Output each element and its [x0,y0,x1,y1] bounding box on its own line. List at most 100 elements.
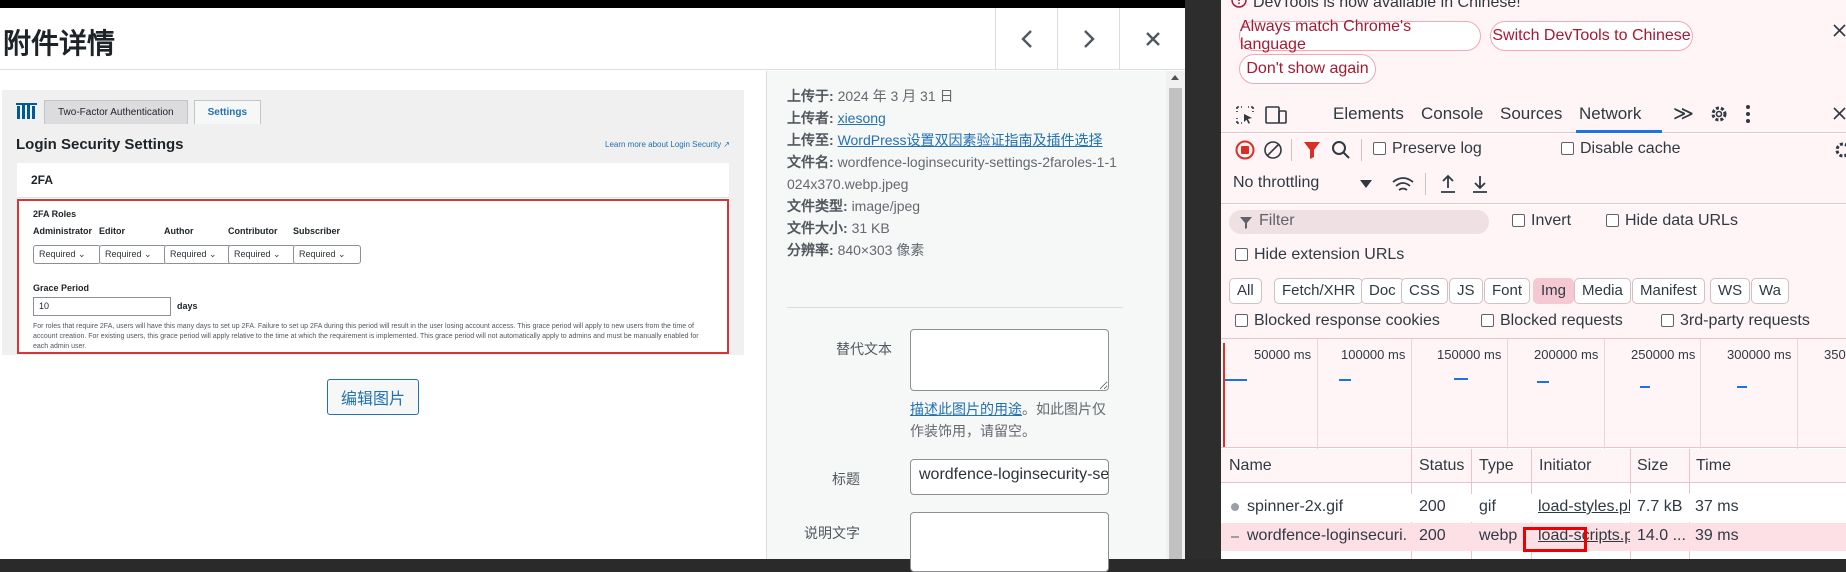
filter-chip-css[interactable]: CSS [1401,278,1448,304]
export-har-icon[interactable] [1471,174,1489,194]
preview-card-title: 2FA [31,173,54,187]
file-name-value: wordfence-loginsecurity-settings-2farole… [787,154,1117,192]
filter-chip-fetch-xhr[interactable]: Fetch/XHR [1274,278,1364,304]
edit-image-button[interactable]: 编辑图片 [327,379,419,415]
caption-input[interactable] [910,512,1109,572]
next-button[interactable] [1057,8,1119,70]
uploaded-on-label: 上传于: [787,88,834,104]
device-toolbar-icon[interactable] [1265,105,1287,125]
devtools-tabbar: Elements Console Sources Network ≫ [1221,95,1846,133]
column-time[interactable]: Time [1696,457,1731,475]
network-timeline[interactable]: 50000 ms 100000 ms 150000 ms 200000 ms 2… [1221,338,1846,449]
column-type[interactable]: Type [1479,457,1514,475]
settings-gear-icon[interactable] [1709,104,1729,124]
filter-chip-font[interactable]: Font [1484,278,1531,304]
column-initiator[interactable]: Initiator [1539,457,1591,475]
filter-chip-doc[interactable]: Doc [1361,278,1404,304]
filter-chip-wasm[interactable]: Wa [1751,278,1789,304]
devtools-panel: DevTools is now available in Chinese! Al… [1221,0,1846,559]
invert-label: Invert [1531,212,1572,229]
filter-chip-manifest[interactable]: Manifest [1632,278,1705,304]
network-conditions-icon[interactable] [1391,176,1415,194]
title-input[interactable]: wordfence-loginsecurity-se [910,459,1109,495]
alt-text-help-link[interactable]: 描述此图片的用途 [910,401,1022,417]
preview-tab-settings: Settings [193,100,262,124]
timeline-marker [1339,379,1351,381]
filter-icon [1240,217,1252,229]
details-scrollbar[interactable] [1166,71,1185,559]
filter-chip-js[interactable]: JS [1449,278,1483,304]
row-size: 14.0 ... [1637,527,1686,544]
row-size: 7.7 kB [1637,498,1683,515]
type-highlight-box [1523,527,1587,552]
filter-funnel-icon[interactable] [1303,140,1321,160]
scrollbar-thumb[interactable] [1169,88,1182,559]
attachment-media-view: Two-Factor Authentication Settings Login… [0,71,765,559]
info-icon [1231,0,1247,8]
row-type: webp [1479,527,1518,544]
alt-text-help: 描述此图片的用途。如此图片仅作装饰用，请留空。 [910,398,1115,442]
filter-chip-ws[interactable]: WS [1710,278,1751,304]
modal-header: 附件详情 [0,8,1185,70]
timeline-marker [1454,378,1468,380]
blocked-cookies-label: Blocked response cookies [1254,312,1440,329]
close-button[interactable] [1119,8,1185,70]
preserve-log-checkbox[interactable]: Preserve log [1373,140,1482,158]
title-label: 标题 [832,471,860,487]
tab-elements[interactable]: Elements [1333,104,1404,124]
more-tabs-button[interactable]: ≫ [1673,101,1694,126]
more-options-icon[interactable] [1745,104,1751,124]
preview-card: 2FA 2FA Roles Administrator Editor Autho… [17,163,729,354]
tab-sources[interactable]: Sources [1500,104,1562,124]
dropdown-arrow-icon[interactable] [1360,180,1372,188]
wordfence-logo-icon [16,103,37,119]
blocked-requests-checkbox[interactable]: Blocked requests [1481,312,1623,330]
row-time: 37 ms [1695,498,1739,515]
previous-button[interactable] [995,8,1057,70]
grace-period-note: For roles that require 2FA, users will h… [33,323,699,350]
search-icon[interactable] [1331,140,1351,160]
close-devtools-icon[interactable] [1833,107,1846,120]
filter-input[interactable]: Filter [1229,210,1489,234]
column-size[interactable]: Size [1637,457,1668,475]
third-party-checkbox[interactable]: 3rd-party requests [1661,312,1810,330]
close-icon [1145,32,1160,46]
uploaded-to-label: 上传至: [787,132,834,148]
tab-network[interactable]: Network [1579,104,1641,124]
uploaded-by-link[interactable]: xiesong [838,110,886,126]
uploaded-to-link[interactable]: WordPress设置双因素验证指南及插件选择 [838,132,1103,148]
hide-extension-urls-checkbox[interactable]: Hide extension URLs [1235,246,1404,264]
row-initiator-link[interactable]: load-styles.ph [1538,498,1630,515]
column-status[interactable]: Status [1419,457,1464,475]
timeline-marker [1737,386,1747,388]
alt-text-label: 替代文本 [836,341,892,357]
table-row[interactable]: spinner-2x.gif 200 gif load-styles.ph 7.… [1221,494,1846,522]
clear-icon[interactable] [1263,140,1283,160]
always-match-language-button[interactable]: Always match Chrome's language [1239,18,1481,53]
switch-to-chinese-button[interactable]: Switch DevTools to Chinese [1490,21,1693,51]
blocked-cookies-checkbox[interactable]: Blocked response cookies [1235,312,1440,330]
scroll-up-arrow-icon[interactable] [1171,75,1179,80]
filter-chip-img[interactable]: Img [1533,278,1575,304]
dont-show-again-button[interactable]: Don't show again [1239,54,1376,84]
disable-cache-checkbox[interactable]: Disable cache [1561,140,1681,158]
column-name[interactable]: Name [1229,457,1272,475]
close-infobar-icon[interactable] [1833,24,1846,37]
throttling-select[interactable]: No throttling [1233,174,1319,192]
alt-text-input[interactable] [910,329,1109,391]
hide-data-urls-checkbox[interactable]: Hide data URLs [1606,212,1738,230]
chevron-right-icon [1083,30,1095,48]
filter-chip-all[interactable]: All [1229,278,1262,304]
row-status: 200 [1419,498,1446,515]
invert-checkbox[interactable]: Invert [1512,212,1571,230]
filter-chip-media[interactable]: Media [1574,278,1631,304]
role-select: Required ⌄ [33,245,101,264]
tab-console[interactable]: Console [1421,104,1483,124]
inspect-element-icon[interactable] [1235,105,1255,125]
network-settings-gear-icon[interactable] [1833,140,1846,160]
file-name-label: 文件名: [787,154,834,170]
preview-heading: Login Security Settings [16,136,184,153]
stop-recording-icon[interactable] [1235,140,1255,160]
file-type-value: image/jpeg [851,198,921,214]
import-har-icon[interactable] [1439,174,1457,194]
